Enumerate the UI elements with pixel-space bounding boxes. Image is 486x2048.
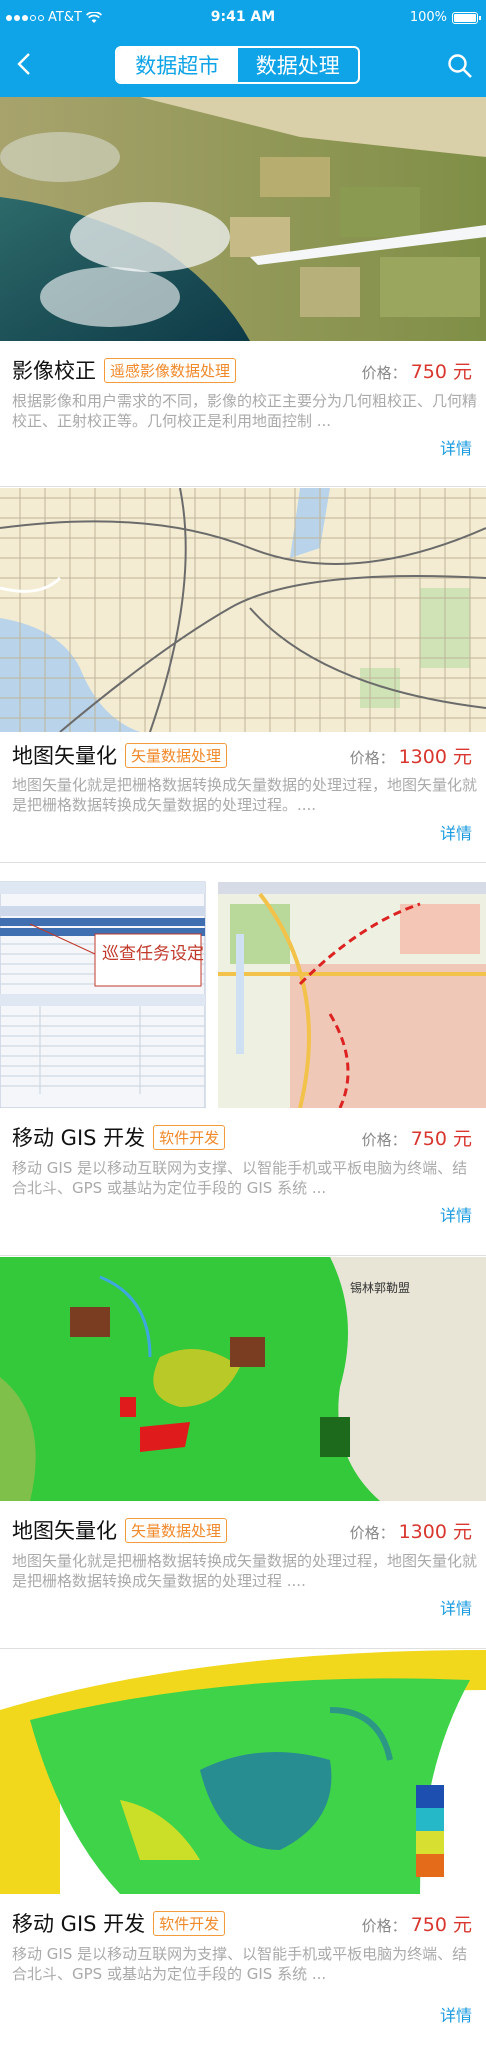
detail-link[interactable]: 详情	[440, 1595, 472, 1619]
card-title: 移动 GIS 开发	[12, 1912, 146, 1936]
tab-data-processing[interactable]: 数据处理	[238, 48, 359, 82]
segment-control: 数据超市 数据处理	[115, 46, 360, 84]
card-description: 地图矢量化就是把栅格数据转换成矢量数据的处理过程，地图矢量化就是把栅格数据转换成…	[12, 776, 477, 814]
tab-data-market[interactable]: 数据超市	[117, 48, 238, 82]
price: 价格： 750 元	[362, 357, 472, 384]
price-label: 价格：	[349, 748, 395, 767]
card-title-row: 地图矢量化 矢量数据处理 价格： 1300 元	[12, 740, 472, 770]
card-title: 地图矢量化	[12, 1519, 117, 1543]
detail-link[interactable]: 详情	[440, 2002, 472, 2026]
card-title-row: 地图矢量化 矢量数据处理 价格： 1300 元	[12, 1515, 472, 1545]
card-title-row: 移动 GIS 开发 软件开发 价格： 750 元	[12, 1122, 472, 1152]
price: 价格： 1300 元	[350, 1517, 472, 1544]
top-bar: AT&T 9:41 AM 100% 数据超市 数据处理	[0, 0, 486, 97]
card-title-row: 移动 GIS 开发 软件开发 价格： 750 元	[12, 1908, 472, 1938]
price: 价格： 750 元	[362, 1124, 472, 1151]
service-card[interactable]: 影像校正 遥感影像数据处理 价格： 750 元 根据影像和用户需求的不同，影像的校…	[0, 97, 486, 487]
detail-link[interactable]: 详情	[440, 435, 472, 459]
service-card[interactable]: 巡查任务设定 移动 GIS 开发 软件开发 价格： 750 元 移动 GIS 是以…	[0, 864, 486, 1256]
price: 价格： 1300 元	[350, 742, 472, 769]
card-title: 移动 GIS 开发	[12, 1126, 146, 1150]
card-description: 根据影像和用户需求的不同，影像的校正主要分为几何粗校正、几何精校正、正射校正等。…	[12, 392, 477, 430]
status-bar: AT&T 9:41 AM 100%	[0, 0, 486, 38]
battery-group: 100%	[409, 10, 481, 25]
price-label: 价格：	[361, 1130, 407, 1149]
mobile-gis-screenshot-image: 巡查任务设定	[0, 864, 486, 1108]
detail-link[interactable]: 详情	[440, 1202, 472, 1226]
price-value: 750 元	[410, 1127, 472, 1150]
battery-icon	[452, 11, 481, 24]
search-icon[interactable]	[446, 52, 474, 80]
category-tag: 软件开发	[153, 1124, 226, 1150]
price-label: 价格：	[361, 1916, 407, 1935]
service-card[interactable]: 移动 GIS 开发 软件开发 价格： 750 元 移动 GIS 是以移动互联网为支…	[0, 1650, 486, 2048]
price-label: 价格：	[349, 1523, 395, 1542]
card-title-row: 影像校正 遥感影像数据处理 价格： 750 元	[12, 355, 472, 385]
card-description: 移动 GIS 是以移动互联网为支撑、以智能手机或平板电脑为终端、结合北斗、GPS…	[12, 1945, 468, 1983]
image-callout: 巡查任务设定	[102, 944, 204, 963]
price-label: 价格：	[361, 363, 407, 382]
card-title: 地图矢量化	[12, 744, 117, 768]
card-description: 移动 GIS 是以移动互联网为支撑、以智能手机或平板电脑为终端、结合北斗、GPS…	[12, 1159, 468, 1197]
price-value: 1300 元	[398, 745, 472, 768]
ndvi-map-image	[0, 1650, 486, 1894]
category-tag: 矢量数据处理	[125, 1517, 228, 1543]
card-description: 地图矢量化就是把栅格数据转换成矢量数据的处理过程，地图矢量化就是把栅格数据转换成…	[12, 1552, 477, 1590]
price-value: 1300 元	[398, 1520, 472, 1543]
category-tag: 遥感影像数据处理	[104, 357, 237, 383]
land-cover-map-image: 锡林郭勒盟	[0, 1257, 486, 1501]
service-card[interactable]: 地图矢量化 矢量数据处理 价格： 1300 元 地图矢量化就是把栅格数据转换成矢量…	[0, 488, 486, 863]
category-tag: 软件开发	[153, 1910, 226, 1936]
price: 价格： 750 元	[362, 1910, 472, 1937]
aerial-photo-image	[0, 97, 486, 341]
price-value: 750 元	[410, 1913, 472, 1936]
card-title: 影像校正	[12, 359, 96, 383]
service-card[interactable]: 锡林郭勒盟 地图矢量化 矢量数据处理 价格： 1300 元 地图矢量化就是把栅格数…	[0, 1257, 486, 1649]
category-tag: 矢量数据处理	[125, 742, 228, 768]
map-region-label: 锡林郭勒盟	[350, 1280, 410, 1295]
detail-link[interactable]: 详情	[440, 820, 472, 844]
battery-label: 100%	[409, 10, 447, 25]
price-value: 750 元	[410, 360, 472, 383]
chevron-left-icon	[17, 53, 30, 75]
street-map-image	[0, 488, 486, 732]
back-button[interactable]	[10, 50, 38, 78]
